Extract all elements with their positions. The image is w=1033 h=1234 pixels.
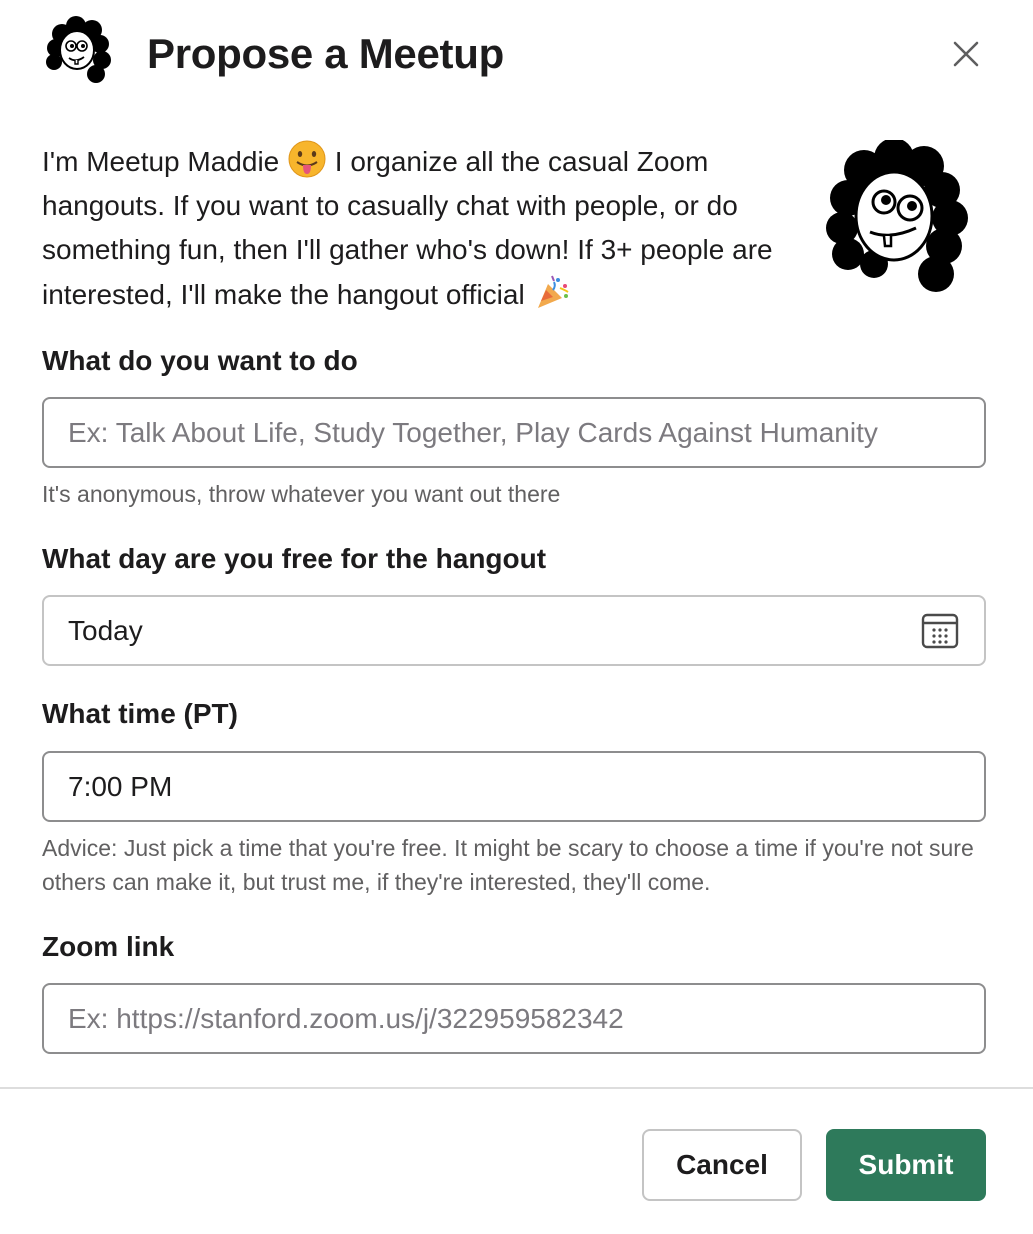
party-popper-emoji-icon bbox=[532, 272, 572, 312]
tongue-out-emoji-icon bbox=[287, 139, 327, 179]
calendar-icon[interactable] bbox=[920, 611, 960, 651]
maddie-illustration bbox=[824, 138, 974, 300]
day-datepicker[interactable]: Today bbox=[42, 595, 986, 666]
activity-hint: It's anonymous, throw whatever you want … bbox=[42, 481, 561, 507]
close-button[interactable] bbox=[946, 34, 986, 74]
day-label: What day are you free for the hangout bbox=[42, 543, 547, 574]
zoom-link-input[interactable] bbox=[42, 983, 986, 1054]
modal-title: Propose a Meetup bbox=[147, 30, 504, 77]
activity-label: What do you want to do bbox=[42, 345, 358, 376]
modal-header: Propose a Meetup bbox=[0, 0, 1033, 110]
intro-paragraph: I'm Meetup Maddie I organize all the cas… bbox=[42, 139, 802, 317]
close-icon bbox=[953, 41, 979, 67]
day-value: Today bbox=[68, 614, 143, 646]
time-input[interactable] bbox=[42, 751, 986, 822]
intro-text-part1: I'm Meetup Maddie bbox=[42, 146, 280, 177]
time-label: What time (PT) bbox=[42, 698, 238, 729]
maddie-avatar-icon bbox=[44, 16, 114, 86]
zoom-link-label: Zoom link bbox=[42, 931, 175, 962]
footer-divider bbox=[0, 1087, 1033, 1089]
time-advice: Advice: Just pick a time that you're fre… bbox=[42, 835, 974, 895]
activity-input[interactable] bbox=[42, 397, 986, 468]
propose-meetup-modal: Propose a Meetup I'm Meetup Maddie I org… bbox=[0, 0, 1033, 1234]
submit-button[interactable]: Submit bbox=[826, 1129, 986, 1201]
cancel-button[interactable]: Cancel bbox=[642, 1129, 802, 1201]
